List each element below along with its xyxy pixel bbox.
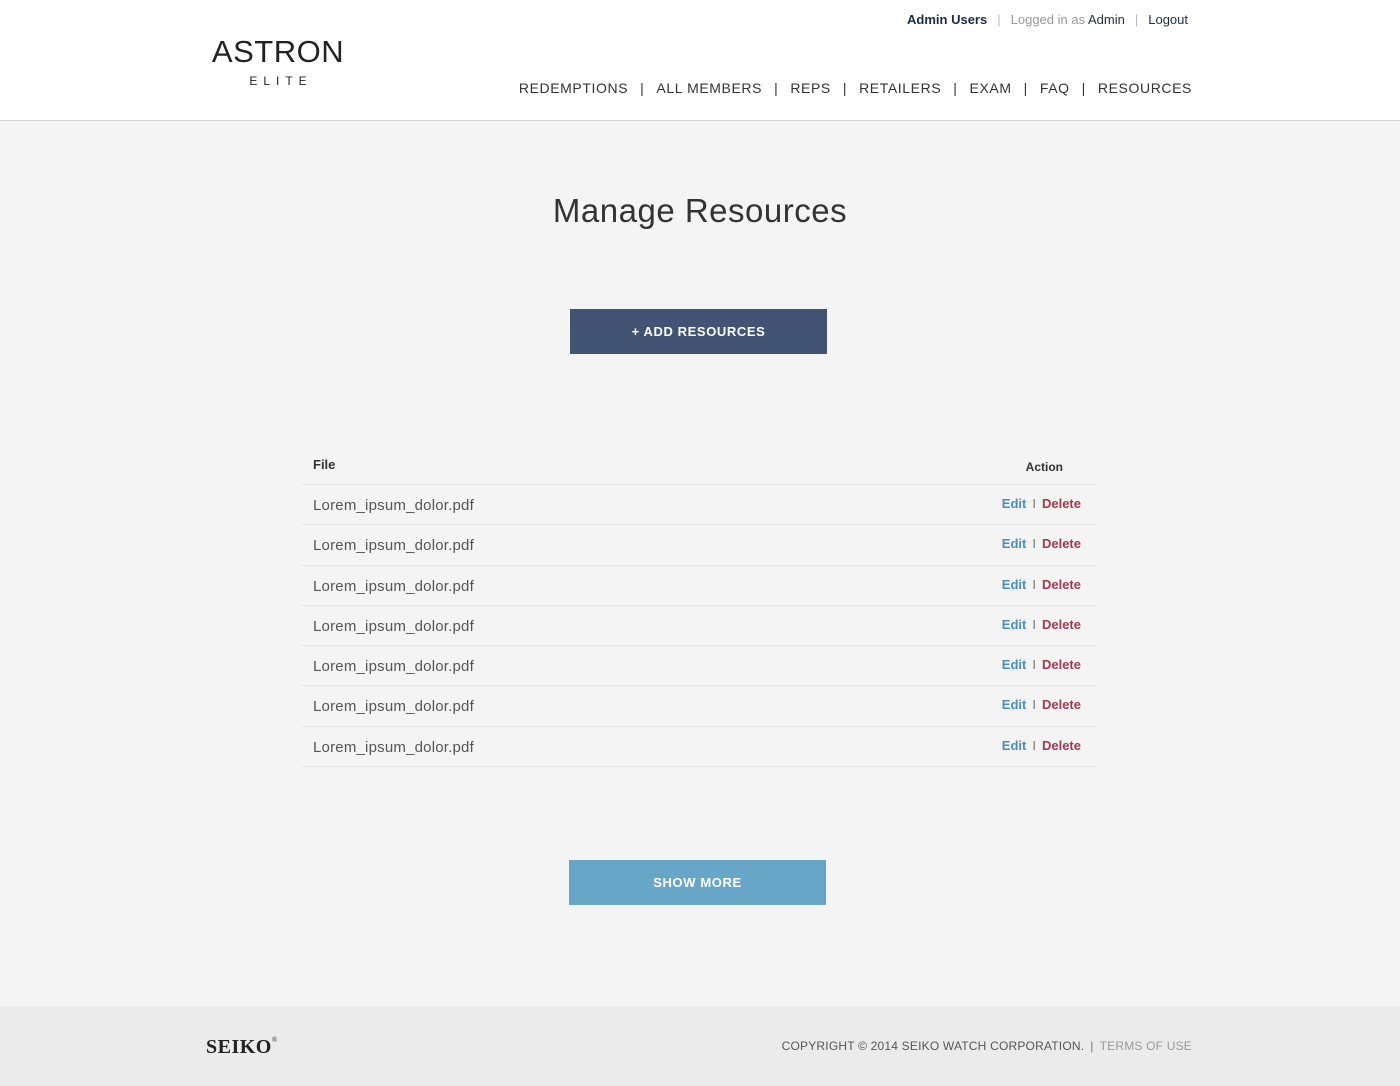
nav-item-reps[interactable]: REPS	[790, 80, 831, 96]
user-bar: Admin Users | Logged in as Admin | Logout	[907, 11, 1188, 29]
nav-item-all-members[interactable]: ALL MEMBERS	[656, 80, 762, 96]
edit-link[interactable]: Edit	[1002, 697, 1027, 712]
delete-link[interactable]: Delete	[1042, 577, 1081, 592]
file-name: Lorem_ipsum_dolor.pdf	[313, 617, 474, 635]
resources-table: File Action Lorem_ipsum_dolor.pdf Edit I D…	[302, 448, 1096, 768]
nav-separator: |	[774, 80, 779, 96]
table-row: Lorem_ipsum_dolor.pdf Edit I Delete	[302, 686, 1096, 727]
action-separator: I	[1032, 536, 1036, 552]
delete-link[interactable]: Delete	[1042, 617, 1081, 632]
row-actions: Edit I Delete	[1002, 697, 1081, 712]
file-name: Lorem_ipsum_dolor.pdf	[313, 658, 474, 676]
edit-link[interactable]: Edit	[1002, 536, 1027, 551]
edit-link[interactable]: Edit	[1002, 617, 1027, 632]
edit-link[interactable]: Edit	[1002, 496, 1027, 511]
row-actions: Edit I Delete	[1002, 577, 1081, 592]
nav-item-resources[interactable]: RESOURCES	[1098, 80, 1192, 96]
action-separator: I	[1032, 697, 1036, 713]
action-separator: I	[1032, 657, 1036, 673]
nav-separator: |	[640, 80, 645, 96]
nav-separator: |	[842, 80, 848, 96]
registered-mark: ®	[271, 1036, 278, 1044]
nav-separator: |	[1023, 80, 1028, 96]
logout-link[interactable]: Logout	[1148, 12, 1188, 27]
add-resources-button[interactable]: + ADD RESOURCES	[570, 309, 827, 354]
nav-separator: |	[953, 80, 958, 96]
delete-link[interactable]: Delete	[1042, 536, 1081, 551]
file-name: Lorem_ipsum_dolor.pdf	[313, 497, 474, 514]
main-nav: REDEMPTIONS | ALL MEMBERS | REPS | RETAILERS | E…	[519, 79, 1192, 97]
brand-name: SEIKO	[206, 1036, 272, 1058]
show-more-button[interactable]: SHOW MORE	[569, 860, 826, 905]
action-separator: I	[1032, 496, 1036, 511]
table-row: Lorem_ipsum_dolor.pdf Edit I Delete	[302, 727, 1096, 768]
topbar-separator: |	[997, 12, 1001, 27]
table-row: Lorem_ipsum_dolor.pdf Edit I Delete	[302, 646, 1096, 687]
copyright-text: COPYRIGHT © 2014 SEIKO WATCH CORPORATION…	[781, 1039, 1085, 1053]
action-separator: I	[1032, 737, 1036, 753]
nav-item-redemptions[interactable]: REDEMPTIONS	[519, 80, 628, 96]
terms-of-use-link[interactable]: TERMS OF USE	[1100, 1039, 1192, 1053]
astron-elite-logo[interactable]: ASTRON ELITE	[206, 34, 350, 88]
table-row: Lorem_ipsum_dolor.pdf Edit I Delete	[302, 566, 1096, 606]
table-row: Lorem_ipsum_dolor.pdf Edit I Delete	[302, 525, 1096, 566]
logo-subtitle: ELITE	[249, 74, 313, 88]
nav-item-exam[interactable]: EXAM	[970, 80, 1012, 96]
site-header: ASTRON ELITE Admin Users | Logged in as Ad…	[0, 0, 1400, 121]
site-footer: SEIKO® COPYRIGHT © 2014 SEIKO WATCH CORP…	[0, 1006, 1400, 1086]
delete-link[interactable]: Delete	[1042, 496, 1081, 511]
current-user-name: Admin	[1087, 12, 1125, 27]
table-row: Lorem_ipsum_dolor.pdf Edit I Delete	[302, 485, 1096, 526]
page-title: Manage Resources	[552, 192, 848, 229]
table-header: File Action	[302, 448, 1096, 485]
delete-link[interactable]: Delete	[1042, 697, 1081, 712]
file-name: Lorem_ipsum_dolor.pdf	[313, 738, 474, 756]
edit-link[interactable]: Edit	[1002, 738, 1027, 753]
file-name: Lorem_ipsum_dolor.pdf	[313, 698, 474, 716]
logo-title: ASTRON	[211, 34, 345, 69]
nav-item-faq[interactable]: FAQ	[1040, 80, 1070, 96]
logged-in-label: Logged in as	[1010, 12, 1086, 27]
row-actions: Edit I Delete	[1002, 617, 1081, 632]
file-name: Lorem_ipsum_dolor.pdf	[313, 577, 474, 595]
admin-users-link[interactable]: Admin Users	[907, 12, 987, 27]
column-header-action: Action	[1025, 460, 1063, 474]
table-row: Lorem_ipsum_dolor.pdf Edit I Delete	[302, 606, 1096, 647]
edit-link[interactable]: Edit	[1002, 657, 1027, 672]
action-separator: I	[1032, 616, 1036, 632]
row-actions: Edit I Delete	[1002, 738, 1081, 753]
edit-link[interactable]: Edit	[1002, 577, 1027, 592]
delete-link[interactable]: Delete	[1042, 738, 1081, 753]
nav-item-retailers[interactable]: RETAILERS	[859, 80, 941, 96]
delete-link[interactable]: Delete	[1042, 657, 1081, 672]
row-actions: Edit I Delete	[1002, 536, 1081, 551]
column-header-file: File	[313, 457, 336, 472]
copyright-bar: COPYRIGHT © 2014 SEIKO WATCH CORPORATION…	[782, 1039, 1192, 1053]
row-actions: Edit I Delete	[1002, 657, 1081, 672]
row-actions: Edit I Delete	[1002, 496, 1081, 511]
seiko-logo[interactable]: SEIKO®	[206, 1036, 278, 1059]
footer-separator: |	[1090, 1039, 1094, 1053]
action-separator: I	[1032, 576, 1036, 592]
file-name: Lorem_ipsum_dolor.pdf	[313, 537, 474, 555]
topbar-separator: |	[1134, 12, 1139, 27]
nav-separator: |	[1081, 80, 1086, 96]
